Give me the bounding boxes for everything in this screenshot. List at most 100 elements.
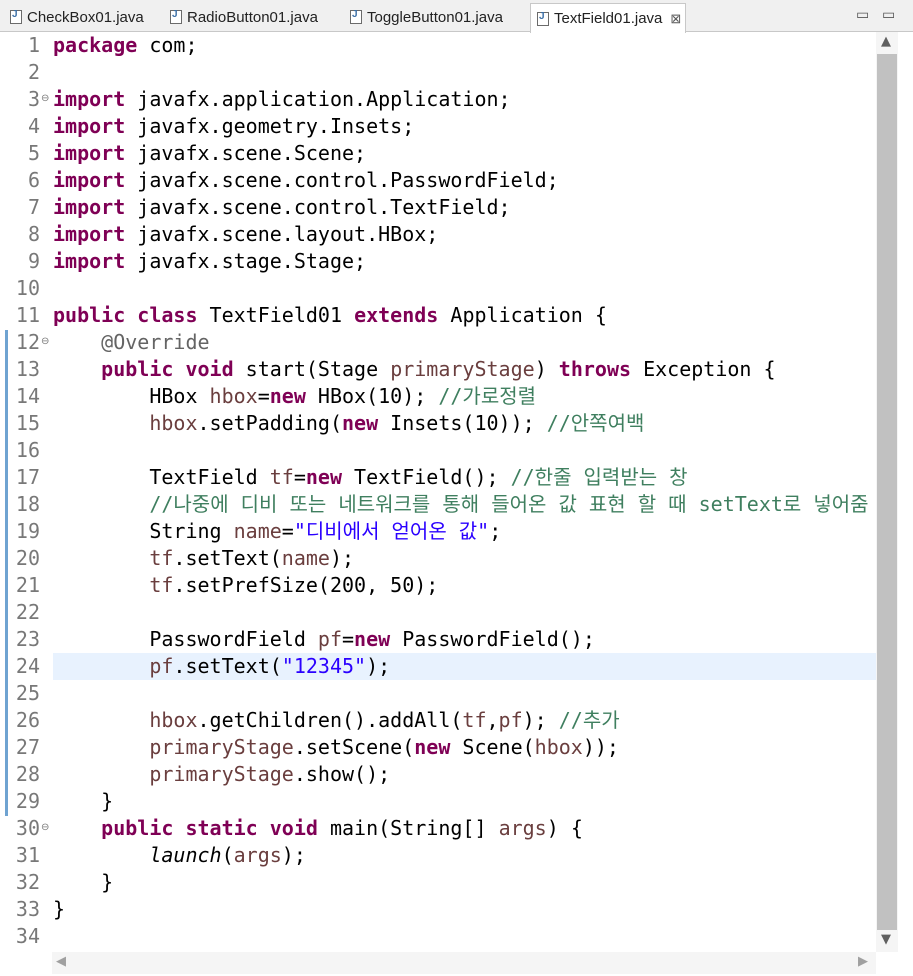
line-number: 9 (27, 249, 40, 273)
code-token: .setScene( (293, 735, 415, 759)
line-number: 21 (15, 573, 40, 597)
code-line: primaryStage.setScene(new Scene(hbox)); (53, 734, 619, 761)
code-token: = (293, 465, 306, 489)
line-number: 17 (15, 465, 40, 489)
tab-label: RadioButton01.java (187, 8, 318, 26)
code-token: import (53, 195, 126, 219)
code-token: //나중에 디비 또는 네트워크를 통해 들어온 값 표현 할 때 setTex… (149, 492, 869, 516)
code-line: import javafx.scene.control.PasswordFiel… (53, 167, 559, 194)
code-token: pf (498, 708, 523, 732)
line-number: 16 (15, 438, 40, 462)
code-token: ); (522, 708, 559, 732)
code-line: package com; (53, 32, 198, 59)
code-token: new (305, 465, 343, 489)
code-token: TextField01 (197, 303, 355, 327)
code-token: .setPadding( (197, 411, 343, 435)
code-token: import (53, 114, 126, 138)
line-number: 6 (27, 168, 40, 192)
java-file-icon (537, 11, 549, 26)
collapse-method-icon[interactable]: ⊖ (41, 336, 49, 347)
code-token: ; (489, 519, 502, 543)
scrollbar-thumb[interactable] (877, 54, 897, 930)
code-token: start(Stage (233, 357, 391, 381)
tab-radiobutton01[interactable]: RadioButton01.java (164, 3, 340, 31)
code-token: "12345" (281, 654, 367, 678)
code-token: tf (149, 573, 174, 597)
line-number: 14 (15, 384, 40, 408)
code-token: pf (149, 654, 174, 678)
code-token: primaryStage (149, 762, 294, 786)
scroll-right-icon[interactable]: ▶ (858, 954, 868, 969)
code-token: javafx.scene.control.TextField; (125, 195, 511, 219)
code-token: import (53, 87, 126, 111)
line-number-gutter: 1 2 3 4 5 6 7 8 9 10 11 12 13 14 15 16 1… (8, 32, 52, 948)
code-token: hbox (209, 384, 258, 408)
scroll-down-icon[interactable]: ▼ (881, 932, 891, 947)
code-token: import (53, 168, 126, 192)
java-file-icon (350, 9, 362, 24)
code-token: //추가 (558, 708, 620, 732)
code-token: void (185, 357, 234, 381)
code-token: "디비에서 얻어온 값" (293, 519, 490, 543)
code-line: tf.setText(name); (53, 545, 354, 572)
code-token: Exception { (631, 357, 776, 381)
code-line: } (53, 896, 65, 923)
code-line: hbox.setPadding(new Insets(10)); //안쪽여백 (53, 410, 644, 437)
code-token: pf (317, 627, 342, 651)
code-line-current: pf.setText("12345"); (53, 653, 390, 680)
code-token: } (53, 789, 114, 813)
code-token: TextField (53, 465, 270, 489)
line-number: 27 (15, 735, 40, 759)
line-number: 13 (15, 357, 40, 381)
code-token: javafx.geometry.Insets; (125, 114, 415, 138)
java-file-icon (10, 9, 22, 24)
code-token: class (137, 303, 198, 327)
code-token: throws (558, 357, 632, 381)
code-token: , (486, 708, 499, 732)
tab-togglebutton01[interactable]: ToggleButton01.java (344, 3, 526, 31)
line-number: 5 (27, 141, 40, 165)
code-token: javafx.scene.Scene; (125, 141, 367, 165)
line-number: 1 (27, 33, 40, 57)
code-line: } (53, 788, 113, 815)
code-line: //나중에 디비 또는 네트워크를 통해 들어온 값 표현 할 때 setTex… (53, 491, 869, 518)
collapse-method-icon[interactable]: ⊖ (41, 822, 49, 833)
code-line: public void start(Stage primaryStage) th… (53, 356, 776, 383)
code-token: ); (366, 654, 391, 678)
line-number: 20 (15, 546, 40, 570)
code-line: import javafx.scene.layout.HBox; (53, 221, 438, 248)
code-token: javafx.application.Application; (125, 87, 511, 111)
line-number: 19 (15, 519, 40, 543)
code-token: public (101, 816, 174, 840)
code-line: String name="디비에서 얻어온 값"; (53, 518, 501, 545)
vertical-scrollbar[interactable]: ▲ ▼ (876, 32, 898, 952)
scroll-up-icon[interactable]: ▲ (881, 34, 891, 49)
code-line: import javafx.scene.Scene; (53, 140, 366, 167)
line-number: 4 (27, 114, 40, 138)
tab-label: CheckBox01.java (27, 8, 144, 26)
close-tab-icon[interactable]: ⊠ (670, 11, 681, 27)
collapse-imports-icon[interactable]: ⊖ (41, 93, 49, 104)
horizontal-scrollbar[interactable]: ◀ ▶ (52, 952, 876, 974)
code-token: args (233, 843, 282, 867)
maximize-icon[interactable]: ▭ (882, 6, 895, 23)
minimize-icon[interactable]: ▭ (856, 6, 869, 23)
quick-diff-ruler (0, 32, 8, 976)
code-editor[interactable]: 1 2 3 4 5 6 7 8 9 10 11 12 13 14 15 16 1… (0, 32, 913, 976)
editor-tab-bar: CheckBox01.java RadioButton01.java Toggl… (0, 0, 913, 33)
code-token: public (53, 303, 126, 327)
scroll-left-icon[interactable]: ◀ (56, 954, 66, 969)
code-line: import javafx.stage.Stage; (53, 248, 366, 275)
code-token: extends (354, 303, 439, 327)
line-number: 33 (15, 897, 40, 921)
code-token: .show(); (293, 762, 391, 786)
code-token: javafx.scene.layout.HBox; (125, 222, 439, 246)
code-line: HBox hbox=new HBox(10); //가로정렬 (53, 383, 536, 410)
code-token: } (53, 870, 114, 894)
tab-textfield01[interactable]: TextField01.java ⊠ (530, 3, 686, 33)
tab-checkbox01[interactable]: CheckBox01.java (4, 3, 160, 31)
line-number: 32 (15, 870, 40, 894)
code-token: Application { (438, 303, 607, 327)
line-number: 15 (15, 411, 40, 435)
line-number: 2 (27, 60, 40, 84)
